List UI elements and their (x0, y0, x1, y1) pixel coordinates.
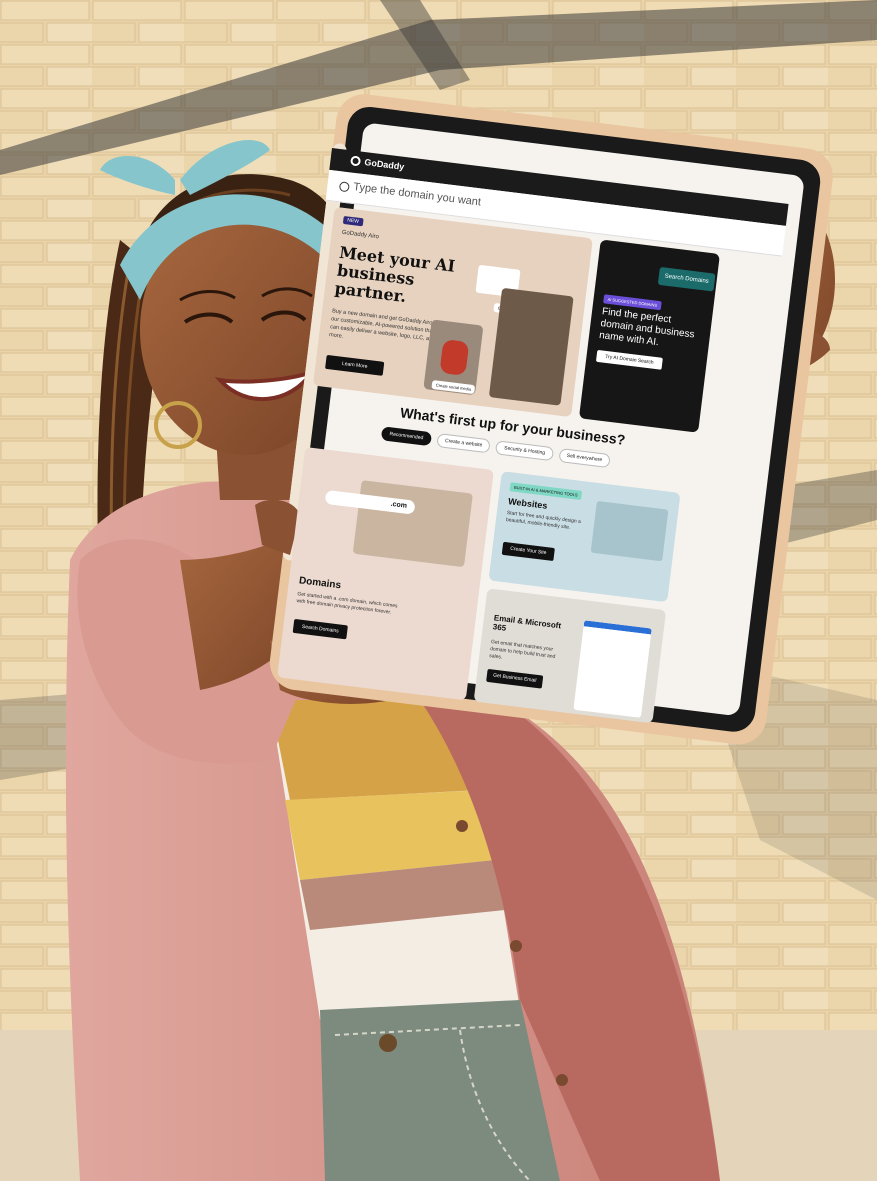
pill-security-hosting[interactable]: Security & Hosting (495, 440, 554, 462)
email-card: Email & Microsoft 365 Get email that mat… (473, 588, 667, 724)
coffee-photo (352, 480, 473, 568)
email-body: Get email that matches your domain to he… (488, 639, 556, 661)
tablet-screen: GoDaddy Type the domain you want NEW GoD… (265, 148, 789, 748)
new-badge: NEW (342, 215, 364, 227)
get-business-email-button[interactable]: Get Business Email (486, 668, 544, 689)
airo-logo: GoDaddy Airo (341, 229, 380, 241)
ai-domain-panel: AI SUGGESTED DOMAINS Find the perfect do… (578, 239, 720, 433)
learn-more-button[interactable]: Learn More (325, 354, 385, 376)
hero-card: NEW GoDaddy Airo Meet your AI business p… (312, 206, 593, 418)
search-domains-card-button[interactable]: Search Domains (292, 618, 348, 640)
hero-title: Meet your AI business partner. (333, 242, 457, 307)
ai-panel-title: Find the perfect domain and business nam… (598, 306, 696, 349)
email-preview (573, 620, 652, 718)
domains-title: Domains (298, 575, 342, 592)
jeans (320, 1000, 560, 1181)
brand-name[interactable]: GoDaddy (364, 157, 405, 172)
hero-body: Buy a new domain and get GoDaddy Airo™, … (328, 308, 440, 343)
website-builder-preview (590, 500, 669, 562)
godaddy-logo-icon (350, 155, 362, 167)
photo-stage: GoDaddy Type the domain you want NEW GoD… (0, 0, 877, 1181)
pill-sell-everywhere[interactable]: Sell everywhere (558, 447, 611, 469)
ai-domain-search-button[interactable]: Try AI Domain Search (595, 349, 663, 370)
email-title: Email & Microsoft 365 (492, 613, 562, 633)
websites-body: Start for free and quickly design a beau… (505, 510, 582, 531)
domains-body: Get started with a .com domain, which co… (296, 591, 398, 616)
websites-title: Websites (507, 496, 548, 511)
search-icon (338, 181, 350, 193)
website-preview (488, 287, 574, 406)
product-image (439, 339, 470, 376)
websites-card: BUILT-IN AI & MARKETING TOOLS Websites S… (488, 471, 681, 603)
pill-create-website[interactable]: Create a website (436, 433, 492, 454)
create-site-button[interactable]: Create Your Site (501, 541, 555, 562)
pill-recommended[interactable]: Recommended (380, 426, 433, 447)
domains-card: .com Domains Get started with a .com dom… (277, 446, 494, 701)
